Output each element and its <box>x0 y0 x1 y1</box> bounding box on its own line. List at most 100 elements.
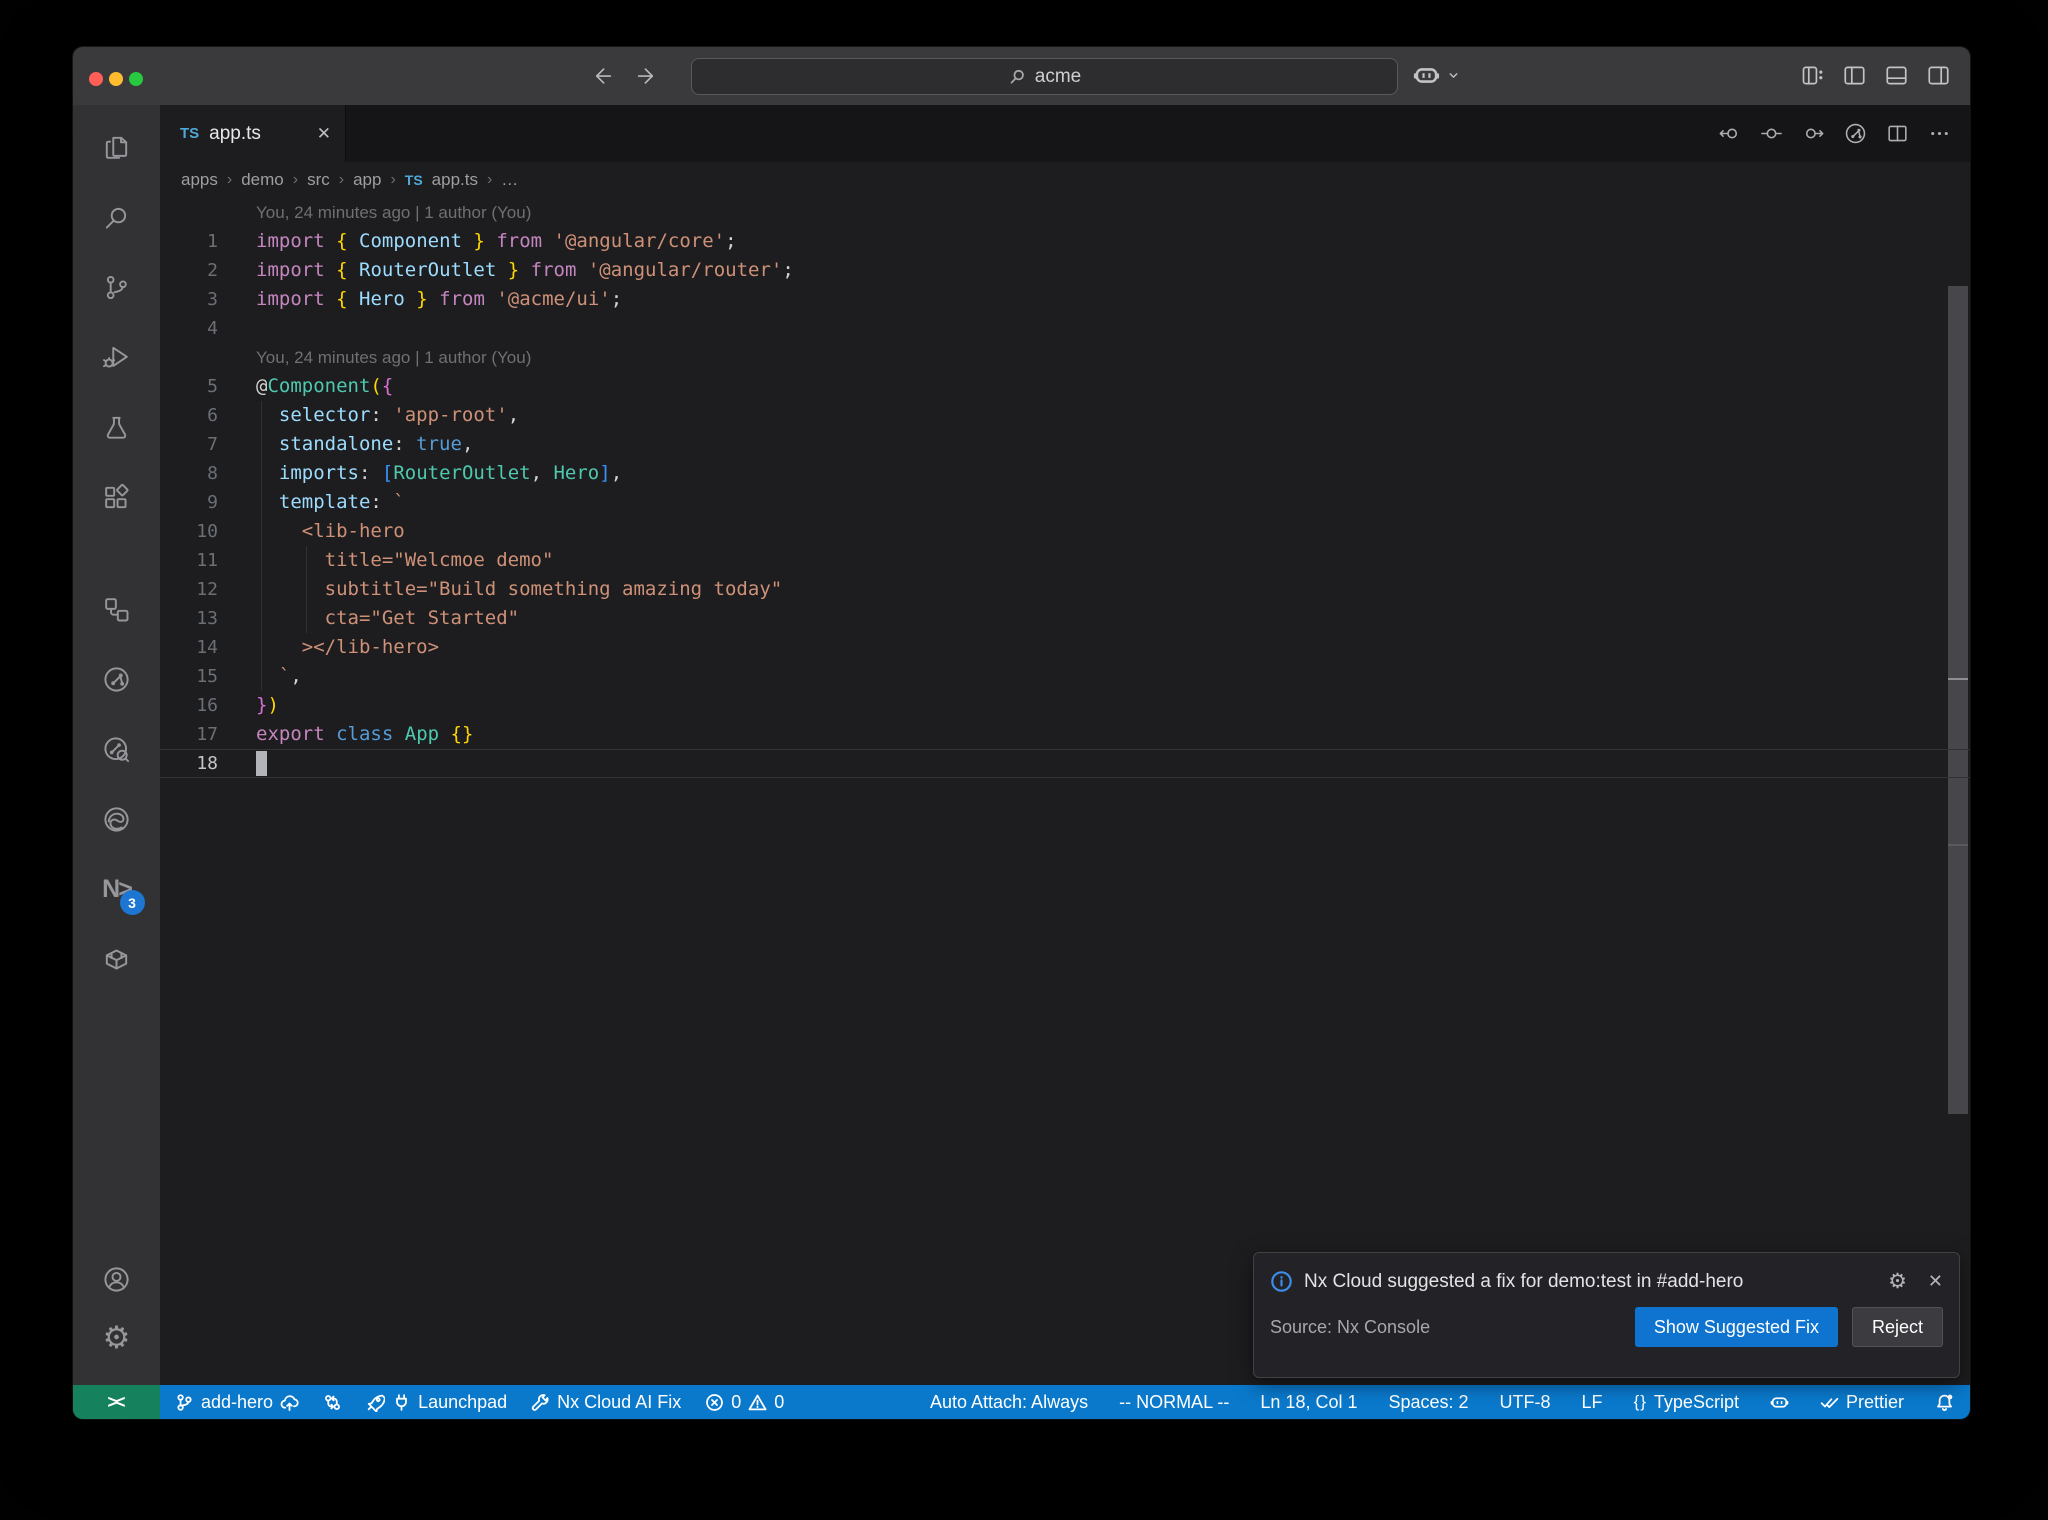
status-auto-attach-label: Auto Attach: Always <box>929 1391 1089 1412</box>
reject-button[interactable]: Reject <box>1851 1307 1943 1347</box>
code-line-3: 3 import { Hero } from '@acme/ui'; <box>160 285 1970 314</box>
breadcrumb-item-file[interactable]: app.ts <box>432 170 478 190</box>
copilot-icon <box>1770 1393 1789 1412</box>
status-problems[interactable]: 00 <box>705 1392 784 1413</box>
status-copilot[interactable] <box>1770 1393 1789 1412</box>
line-number: 17 <box>196 724 218 745</box>
typescript-file-icon: TS <box>180 125 200 142</box>
code-line-13: 13 cta="Get Started" <box>160 604 1970 633</box>
indent-guide <box>261 633 262 662</box>
status-encoding-label: UTF-8 <box>1499 1391 1551 1412</box>
code-line-15: 15 `, <box>160 662 1970 691</box>
gear-icon: ⚙ <box>102 1319 131 1355</box>
activity-item-edge[interactable] <box>95 797 139 841</box>
split-editor-icon[interactable] <box>1885 121 1910 146</box>
status-compare-changes[interactable] <box>323 1393 342 1412</box>
notification-title: Nx Cloud suggested a fix for demo:test i… <box>1304 1270 1744 1292</box>
activity-item-nx-run[interactable] <box>95 657 139 701</box>
code-line-12: 12 subtitle="Build something amazing tod… <box>160 575 1970 604</box>
close-window-button[interactable] <box>89 72 103 86</box>
breadcrumb-overflow[interactable]: … <box>501 170 518 190</box>
status-branch[interactable]: add-hero <box>175 1392 299 1413</box>
status-eol-label: LF <box>1581 1391 1603 1412</box>
activity-item-account[interactable] <box>95 1257 139 1301</box>
search-icon <box>1008 67 1027 86</box>
customize-layout-icon[interactable] <box>1799 62 1826 89</box>
notification-settings-icon[interactable]: ⚙ <box>1888 1271 1907 1292</box>
status-cursor-position[interactable]: Ln 18, Col 1 <box>1260 1392 1357 1413</box>
files-icon <box>101 132 132 163</box>
status-launchpad-label: Launchpad <box>418 1391 508 1412</box>
status-notifications-bell[interactable] <box>1935 1393 1954 1412</box>
nx-run-icon[interactable] <box>1843 121 1868 146</box>
line-number: 12 <box>196 579 218 600</box>
activity-item-debug[interactable] <box>95 335 139 379</box>
close-tab-icon[interactable]: ✕ <box>317 124 331 144</box>
zoom-window-button[interactable] <box>129 72 143 86</box>
command-center-search[interactable]: acme <box>691 58 1398 95</box>
line-number: 9 <box>207 492 218 513</box>
activity-item-files[interactable] <box>95 125 139 169</box>
warning-triangle-icon <box>748 1393 767 1412</box>
remote-indicator[interactable]: >< <box>73 1385 160 1419</box>
breadcrumb-item-apps[interactable]: apps <box>181 170 218 190</box>
line-number: 16 <box>196 695 218 716</box>
nav-dot-icon[interactable] <box>1759 121 1784 146</box>
status-nx-cloud-ai-fix-label: Nx Cloud AI Fix <box>557 1391 682 1412</box>
minimize-window-button[interactable] <box>109 72 123 86</box>
nav-forward-icon[interactable] <box>1801 121 1826 146</box>
activity-item-nx[interactable]: N> 3 <box>95 867 145 915</box>
indent-guide <box>306 604 307 633</box>
status-encoding[interactable]: UTF-8 <box>1500 1392 1551 1413</box>
toggle-primary-sidebar-icon[interactable] <box>1841 62 1868 89</box>
editor[interactable]: You, 24 minutes ago | 1 author (You) 1 imp… <box>160 198 1970 1385</box>
titlebar: acme <box>73 47 1970 105</box>
code-line-17: 17 export class App {} <box>160 720 1970 749</box>
activity-item-refs[interactable] <box>95 587 139 631</box>
breadcrumb-item-src[interactable]: src <box>307 170 330 190</box>
copilot-icon <box>1413 62 1440 89</box>
toggle-panel-icon[interactable] <box>1883 62 1910 89</box>
status-indentation[interactable]: Spaces: 2 <box>1388 1392 1468 1413</box>
status-eol[interactable]: LF <box>1582 1392 1603 1413</box>
nav-forward-icon[interactable] <box>633 63 659 89</box>
breadcrumb-item-demo[interactable]: demo <box>241 170 284 190</box>
show-suggested-fix-button[interactable]: Show Suggested Fix <box>1634 1307 1838 1347</box>
breadcrumb-item-app[interactable]: app <box>353 170 381 190</box>
copilot-menu[interactable] <box>1413 62 1461 89</box>
status-nx-cloud-ai-fix[interactable]: Nx Cloud AI Fix <box>531 1392 681 1413</box>
search-icon <box>101 202 132 233</box>
git-blame-text: You, 24 minutes ago | 1 author (You) <box>256 203 532 222</box>
status-launchpad[interactable]: Launchpad <box>366 1392 507 1413</box>
status-prettier[interactable]: Prettier <box>1820 1392 1904 1413</box>
activity-item-search[interactable] <box>95 195 139 239</box>
nav-back-icon[interactable] <box>590 63 616 89</box>
indent-guide <box>306 575 307 604</box>
line-number: 11 <box>196 550 218 571</box>
activity-item-container[interactable] <box>95 937 139 981</box>
activity-item-gear[interactable]: ⚙ <box>95 1315 139 1359</box>
status-bar: >< add-hero Launchpad Nx Cloud AI Fix 0 0 Au… <box>73 1385 1970 1419</box>
status-vim-mode[interactable]: -- NORMAL -- <box>1119 1392 1229 1413</box>
indent-guide <box>261 517 262 546</box>
nav-back-icon[interactable] <box>1717 121 1742 146</box>
activity-item-beaker[interactable] <box>95 405 139 449</box>
tab-label: app.ts <box>209 122 261 144</box>
error-circle-icon <box>705 1393 724 1412</box>
notification-close-icon[interactable]: ✕ <box>1928 1271 1943 1292</box>
indent-guide <box>261 546 262 575</box>
more-actions-icon[interactable] <box>1927 121 1952 146</box>
status-cursor-position-label: Ln 18, Col 1 <box>1260 1391 1358 1412</box>
activity-item-nx-search[interactable] <box>95 727 139 771</box>
activity-item-extensions[interactable] <box>95 475 139 519</box>
git-blame-text: You, 24 minutes ago | 1 author (You) <box>256 348 532 367</box>
line-number: 5 <box>207 376 218 397</box>
status-language[interactable]: {} TypeScript <box>1634 1392 1739 1413</box>
edge-icon <box>101 804 132 835</box>
toggle-secondary-sidebar-icon[interactable] <box>1925 62 1952 89</box>
git-branch-icon <box>175 1393 194 1412</box>
status-auto-attach[interactable]: Auto Attach: Always <box>930 1392 1088 1413</box>
activity-item-source-control[interactable] <box>95 265 139 309</box>
tab-app-ts[interactable]: TS app.ts ✕ <box>160 105 346 162</box>
extensions-icon <box>101 482 132 513</box>
